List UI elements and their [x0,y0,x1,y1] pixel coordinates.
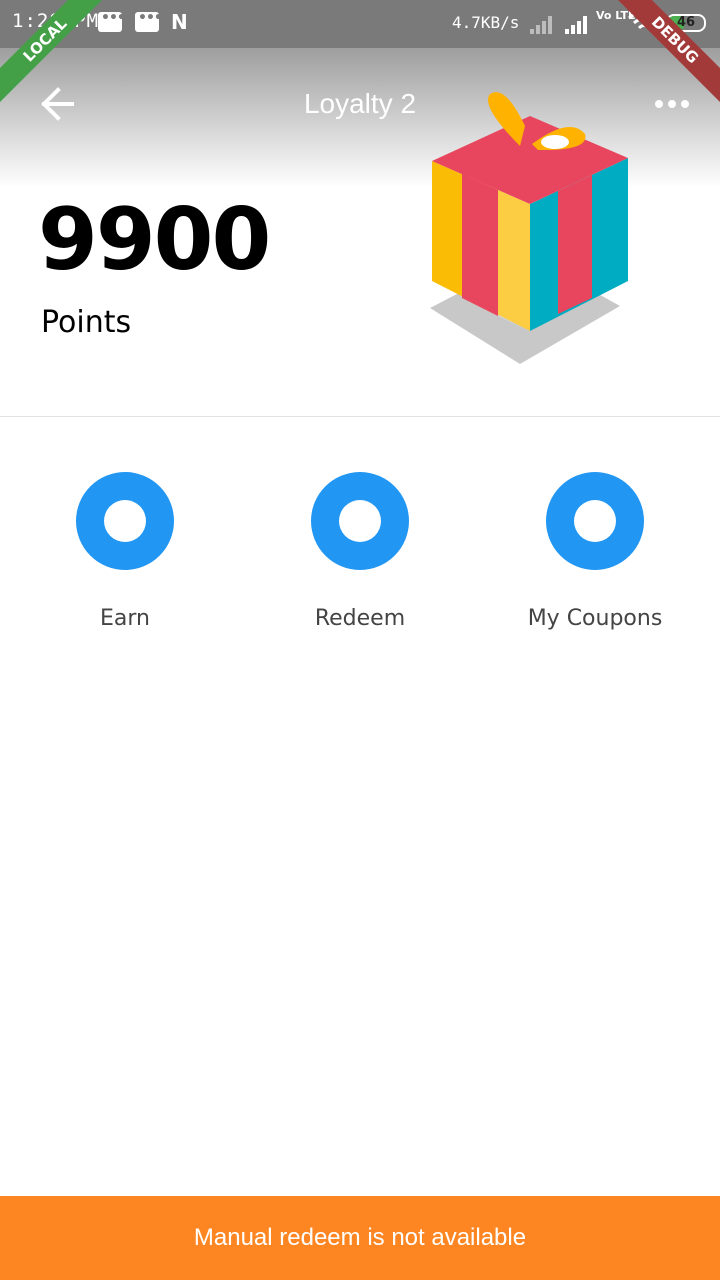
more-horizontal-icon[interactable] [652,94,692,114]
redeem-label: Redeem [314,606,406,631]
divider [0,416,720,417]
redeem-button[interactable]: Redeem [260,472,460,631]
points-label: Points [41,305,132,340]
coupons-icon [546,472,644,570]
status-bar: 1:28 PM N 4.7KB/s Vo LTE 46 [0,0,720,48]
redeem-icon [311,472,409,570]
gift-box-icon [430,92,628,364]
message-icon [98,10,125,32]
notification-n-icon: N [171,10,188,34]
message-icon [135,10,162,32]
earn-button[interactable]: Earn [25,472,225,631]
points-value: 9900 [38,190,271,290]
signal-icon [565,14,591,34]
earn-icon [76,472,174,570]
signal-weak-icon [530,14,556,34]
manual-redeem-banner: Manual redeem is not available [0,1196,720,1280]
earn-label: Earn [100,606,150,631]
my-coupons-label: My Coupons [527,606,663,631]
network-speed: 4.7KB/s [452,13,520,32]
my-coupons-button[interactable]: My Coupons [495,472,695,631]
